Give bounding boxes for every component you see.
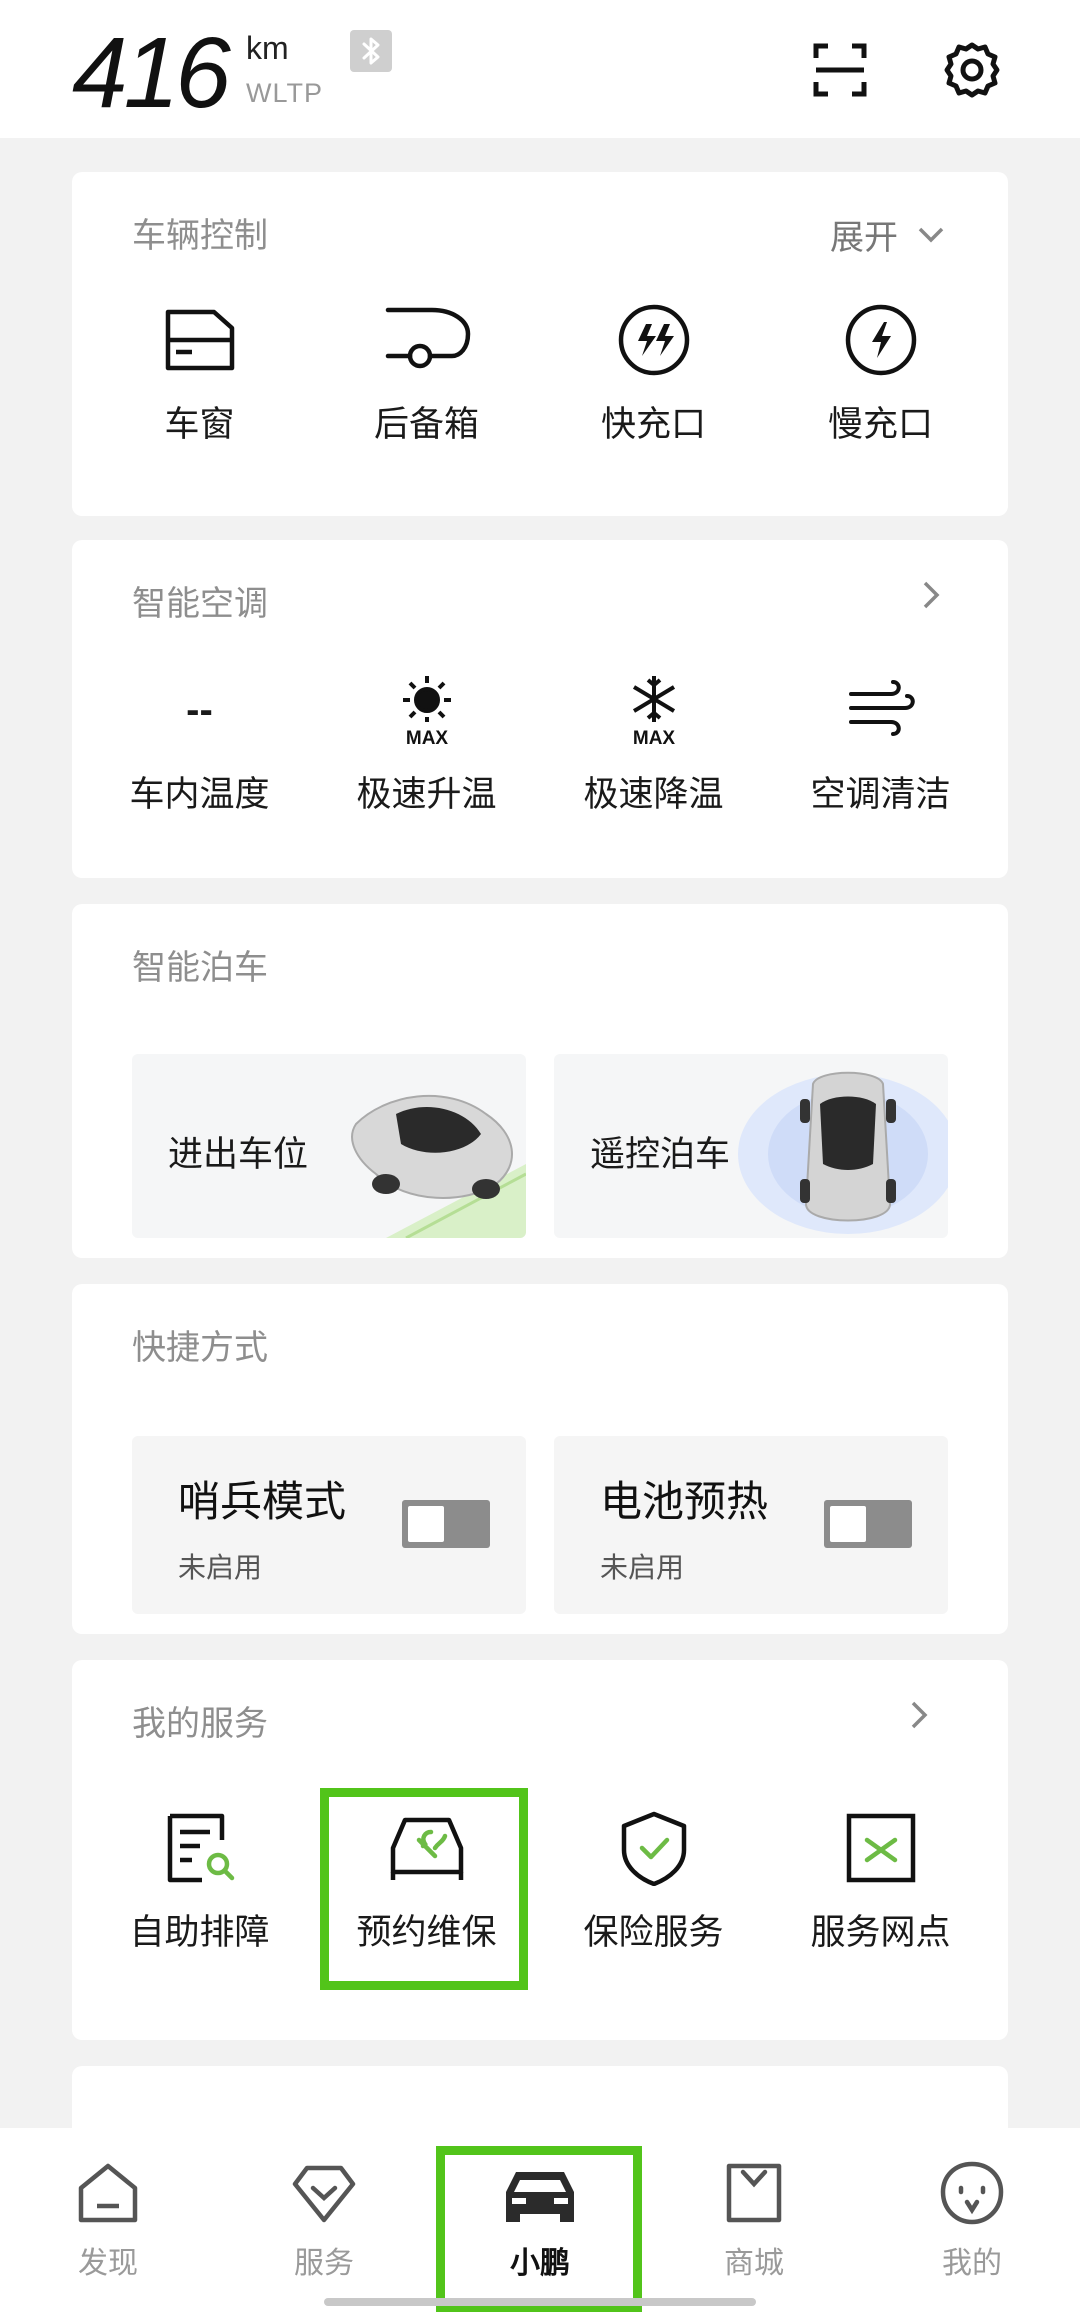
- home-indicator: [324, 2298, 756, 2306]
- home-icon: [78, 2163, 138, 2223]
- range-value: 416: [72, 17, 231, 129]
- diagnose-icon: [167, 1813, 234, 1883]
- battery-preheat-toggle[interactable]: [824, 1500, 912, 1548]
- expand-button[interactable]: 展开: [830, 210, 948, 259]
- vehicle-control-card: 车辆控制 展开 车窗 后备箱 快充口 慢充口: [72, 172, 1008, 516]
- shortcuts-card: 快捷方式 哨兵模式 未启用 电池预热 未启用: [72, 1284, 1008, 1634]
- service-icon: [292, 2165, 356, 2223]
- bag-icon: [726, 2163, 782, 2223]
- snowflake-max-icon: MAX: [632, 676, 675, 748]
- services-more-button[interactable]: [902, 1698, 936, 1732]
- shortcut-status: 未启用: [178, 1552, 263, 1583]
- service-outlet-icon: [846, 1813, 915, 1883]
- profile-icon: [940, 2161, 1004, 2225]
- shortcut-title: 哨兵模式: [178, 1478, 347, 1525]
- insurance-icon: [621, 1811, 686, 1886]
- card-title: 快捷方式: [132, 1329, 268, 1367]
- trunk-button[interactable]: 后备箱: [313, 302, 540, 447]
- tile-label: 进出车位: [168, 1135, 309, 1174]
- sentry-mode-tile: 哨兵模式 未启用: [132, 1436, 526, 1614]
- fast-charge-port-icon: [618, 304, 689, 376]
- svg-text:MAX: MAX: [632, 728, 675, 748]
- item-label: 空调清洁: [810, 775, 951, 814]
- range-standard: WLTP: [246, 78, 323, 108]
- toggle-knob: [408, 1506, 444, 1542]
- item-label: 后备箱: [373, 405, 479, 444]
- tab-label: 发现: [78, 2247, 138, 2280]
- services-card: 我的服务 自助排障 预约维保 保险服务 服务网点: [72, 1660, 1008, 2040]
- trunk-icon: [385, 307, 470, 369]
- parking-card: 智能泊车 进出车位 遥控泊车: [72, 904, 1008, 1258]
- window-icon: [165, 309, 234, 371]
- rapid-heat-button[interactable]: MAX 极速升温: [313, 672, 540, 817]
- chevron-right-icon: [923, 581, 940, 609]
- toggle-knob: [830, 1506, 866, 1542]
- parking-car-image: [351, 1094, 526, 1238]
- card-title: 智能空调: [132, 585, 268, 623]
- tab-label: 我的: [942, 2247, 1002, 2280]
- insurance-button[interactable]: 保险服务: [540, 1810, 767, 1955]
- item-label: 车内温度: [129, 775, 270, 814]
- park-in-out-button[interactable]: 进出车位: [132, 1054, 526, 1238]
- tab-mall[interactable]: 商城: [694, 2158, 814, 2282]
- chevron-down-icon: [918, 227, 944, 242]
- card-title: 车辆控制: [132, 217, 268, 255]
- climate-card: 智能空调 -- 车内温度 MAX 极速升温 MAX 极速降温 空调清洁: [72, 540, 1008, 878]
- rapid-cool-button[interactable]: MAX 极速降温: [540, 672, 767, 817]
- chevron-right-icon: [911, 1701, 928, 1729]
- highlight-box: [320, 1788, 528, 1990]
- expand-label: 展开: [830, 219, 898, 257]
- tab-service[interactable]: 服务: [264, 2158, 384, 2282]
- service-outlet-button[interactable]: 服务网点: [767, 1810, 994, 1955]
- card-title: 我的服务: [132, 1705, 268, 1743]
- shortcut-status: 未启用: [600, 1552, 685, 1583]
- card-title: 智能泊车: [132, 949, 268, 987]
- climate-more-button[interactable]: [914, 578, 948, 612]
- window-button[interactable]: 车窗: [86, 302, 313, 447]
- top-bar: 416 km WLTP: [0, 0, 1080, 138]
- item-label: 慢充口: [827, 405, 933, 444]
- item-label: 车窗: [164, 405, 235, 444]
- item-label: 保险服务: [583, 1913, 724, 1952]
- temperature-value: --: [186, 688, 213, 732]
- remote-parking-button[interactable]: 遥控泊车: [554, 1054, 948, 1238]
- cabin-temperature: -- 车内温度: [86, 672, 313, 817]
- item-label: 自助排障: [129, 1913, 270, 1952]
- scan-icon[interactable]: [810, 40, 870, 100]
- slow-charge-port-icon: [845, 304, 916, 376]
- item-label: 极速升温: [356, 775, 497, 814]
- svg-text:MAX: MAX: [405, 728, 448, 748]
- wind-icon: [848, 680, 915, 736]
- tab-profile[interactable]: 我的: [912, 2158, 1032, 2282]
- item-label: 服务网点: [810, 1913, 951, 1952]
- tab-label: 商城: [724, 2247, 784, 2280]
- item-label: 极速降温: [583, 775, 724, 814]
- sun-max-icon: MAX: [402, 676, 451, 748]
- battery-preheat-tile: 电池预热 未启用: [554, 1436, 948, 1614]
- shortcut-title: 电池预热: [600, 1478, 769, 1525]
- self-diagnose-button[interactable]: 自助排障: [86, 1810, 313, 1955]
- slow-charge-port-button[interactable]: 慢充口: [767, 302, 994, 447]
- tab-discover[interactable]: 发现: [48, 2158, 168, 2282]
- highlight-box: [436, 2146, 642, 2312]
- tab-label: 服务: [294, 2247, 354, 2280]
- gear-icon[interactable]: [942, 40, 1002, 100]
- ac-clean-button[interactable]: 空调清洁: [767, 672, 994, 817]
- range-unit: km: [246, 30, 289, 66]
- fast-charge-port-button[interactable]: 快充口: [540, 302, 767, 447]
- remote-parking-car-image: [738, 1071, 948, 1234]
- sentry-mode-toggle[interactable]: [402, 1500, 490, 1548]
- item-label: 快充口: [600, 405, 706, 444]
- bluetooth-icon[interactable]: [350, 30, 392, 72]
